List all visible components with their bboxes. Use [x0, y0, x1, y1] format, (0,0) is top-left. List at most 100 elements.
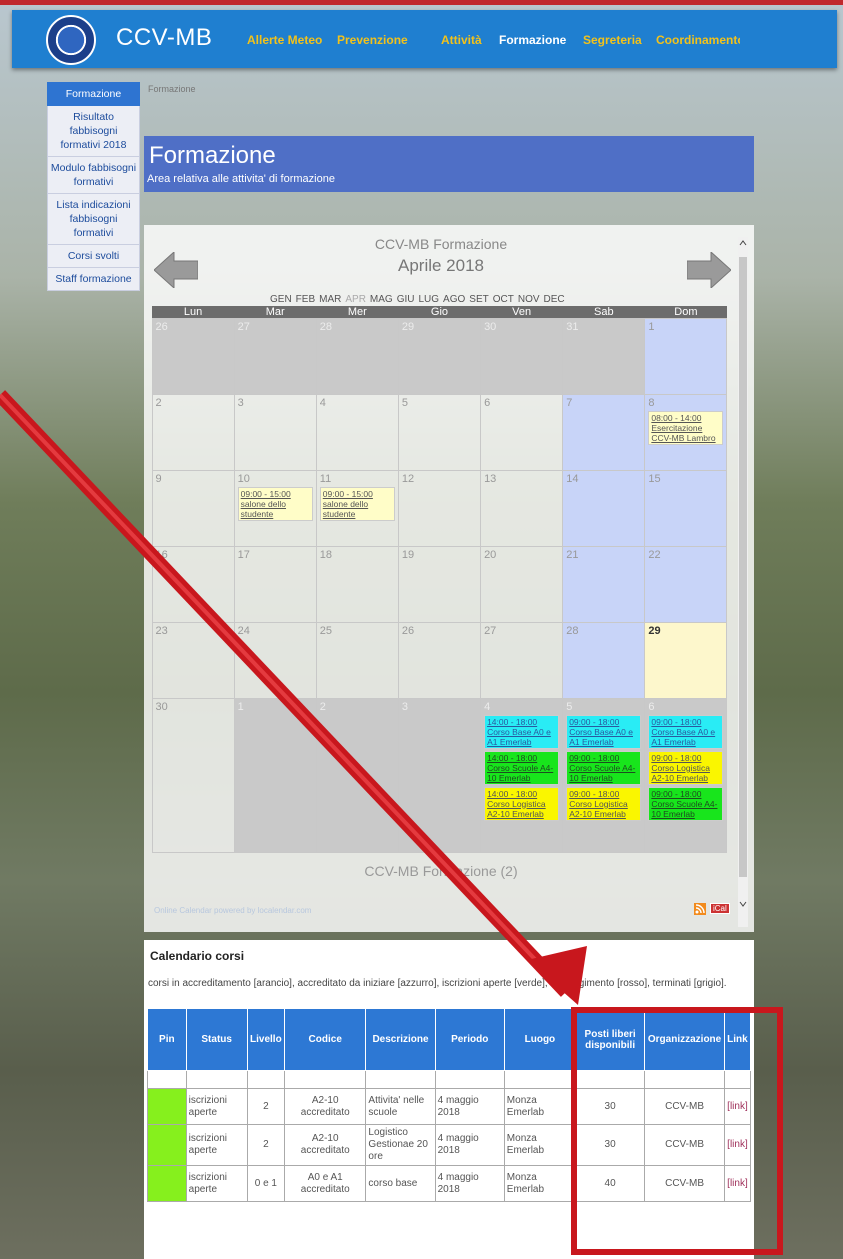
calendar-day-cell[interactable]: 2 — [315, 697, 399, 853]
ical-button[interactable]: iCal — [710, 903, 730, 914]
weekday-lun: Lun — [183, 306, 203, 318]
month-link-dec[interactable]: DEC — [544, 294, 565, 305]
calendar-day-cell[interactable]: 29 — [644, 621, 728, 699]
ccv-mb-logo[interactable] — [46, 15, 96, 65]
breadcrumb[interactable]: Formazione — [148, 84, 196, 94]
nav-attivita[interactable]: Attività — [441, 33, 482, 47]
calendar-day-cell[interactable]: 18 — [315, 545, 399, 623]
weekday-gio: Gio — [430, 306, 449, 318]
month-link-ago[interactable]: AGO — [443, 294, 465, 305]
calendar-day-cell[interactable]: 31 — [562, 317, 646, 395]
month-link-set[interactable]: SET — [469, 294, 488, 305]
calendar-day-cell[interactable]: 3 — [397, 697, 482, 853]
sidebar-item-corsi-svolti[interactable]: Corsi svolti — [47, 245, 140, 268]
calendar-day-cell[interactable]: 30 — [480, 317, 564, 395]
calendar-event[interactable]: 08:00 - 14:00 Esercitazione CCV-MB Lambr… — [648, 410, 724, 445]
month-link-mar[interactable]: MAR — [319, 294, 341, 305]
calendar-day-cell[interactable]: 8 08:00 - 14:00 Esercitazione CCV-MB Lamb… — [644, 393, 728, 471]
brand-title[interactable]: CCV-MB — [116, 24, 212, 52]
nav-segreteria[interactable]: Segreteria — [583, 33, 642, 47]
calendar-day-cell[interactable]: 24 — [233, 621, 317, 699]
sidebar-item-risultato-fabbisogni[interactable]: Risultato fabbisogni formativi 2018 — [47, 106, 140, 157]
table-cell — [147, 1124, 187, 1166]
sidebar-item-staff-formazione[interactable]: Staff formazione — [47, 268, 140, 291]
calendar-day-cell[interactable]: 13 — [480, 469, 564, 547]
calendar-day-cell[interactable]: 3 — [233, 393, 317, 471]
calendar-event[interactable]: 09:00 - 18:00 Corso Scuole A4-10 Emerlab — [648, 786, 724, 821]
calendar-event[interactable]: 09:00 - 15:00 salone dello studente — [237, 486, 313, 521]
calendar-day-cell[interactable]: 1 — [644, 317, 728, 395]
course-link[interactable]: [link] — [723, 1124, 752, 1166]
calendar-day-cell[interactable]: 2 — [151, 393, 235, 471]
calendar-day-cell[interactable]: 25 — [315, 621, 399, 699]
calendar-day-cell[interactable]: 23 — [151, 621, 235, 699]
calendar-day-cell[interactable]: 6 — [480, 393, 564, 471]
calendar-day-cell[interactable]: 21 — [562, 545, 646, 623]
month-link-oct[interactable]: OCT — [493, 294, 514, 305]
calendar-scrollbar[interactable] — [738, 237, 748, 927]
month-link-mag[interactable]: MAG — [370, 294, 393, 305]
calendar-event[interactable]: 09:00 - 18:00 Corso Logistica A2-10 Emer… — [566, 786, 642, 821]
calendar-event[interactable]: 14:00 - 18:00 Corso Logistica A2-10 Emer… — [484, 786, 560, 821]
calendar-day-cell[interactable]: 1 — [233, 697, 317, 853]
prev-month-arrow-icon[interactable] — [154, 252, 198, 288]
calendar-day-cell[interactable]: 17 — [233, 545, 317, 623]
powered-by-link[interactable]: Online Calendar powered by localendar.co… — [154, 906, 311, 915]
calendar-event[interactable]: 09:00 - 18:00 Corso Scuole A4-10 Emerlab — [566, 750, 642, 785]
calendar-day-cell[interactable]: 10 09:00 - 15:00 salone dello studente — [233, 469, 317, 547]
day-number: 6 — [484, 396, 491, 409]
rss-icon[interactable] — [694, 903, 706, 915]
calendar-event[interactable]: 14:00 - 18:00 Corso Base A0 e A1 Emerlab — [484, 714, 560, 749]
calendar-day-cell[interactable]: 20 — [480, 545, 564, 623]
calendar-day-cell[interactable]: 19 — [397, 545, 482, 623]
month-link-giu[interactable]: GIU — [397, 294, 415, 305]
calendar-event[interactable]: 09:00 - 18:00 Corso Base A0 e A1 Emerlab — [566, 714, 642, 749]
calendar-week-row: 2 3 4 5 6 7 8 08:00 - 14:00 Esercitazione CCV-M… — [151, 393, 728, 471]
calendar-day-cell[interactable]: 5 — [397, 393, 482, 471]
calendar-day-cell[interactable]: 30 — [151, 697, 235, 853]
course-link[interactable]: [link] — [723, 1165, 752, 1202]
calendar-week-row: 23 24 25 26 27 28 29 — [151, 621, 728, 699]
nav-allerte-meteo[interactable]: Allerte Meteo — [247, 33, 322, 47]
calendar-day-cell[interactable]: 15 — [644, 469, 728, 547]
month-link-nov[interactable]: NOV — [518, 294, 540, 305]
month-link-gen[interactable]: GEN — [270, 294, 292, 305]
calendar-day-cell[interactable]: 29 — [397, 317, 482, 395]
calendar-event[interactable]: 09:00 - 18:00 Corso Base A0 e A1 Emerlab — [648, 714, 724, 749]
calendar-day-cell[interactable]: 6 09:00 - 18:00 Corso Base A0 e A1 Emerla… — [644, 697, 728, 853]
calendar-event[interactable]: 14:00 - 18:00 Corso Scuole A4-10 Emerlab — [484, 750, 560, 785]
calendar-day-cell[interactable]: 7 — [562, 393, 646, 471]
calendar-day-cell[interactable]: 27 — [480, 621, 564, 699]
sidebar-item-lista-indicazioni[interactable]: Lista indicazioni fabbisogni formativi — [47, 194, 140, 245]
calendar-day-cell[interactable]: 16 — [151, 545, 235, 623]
next-month-arrow-icon[interactable] — [687, 252, 731, 288]
calendar-day-cell[interactable]: 11 09:00 - 15:00 salone dello studente — [315, 469, 399, 547]
month-link-apr[interactable]: APR — [345, 294, 366, 305]
calendar-event[interactable]: 09:00 - 18:00 Corso Logistica A2-10 Emer… — [648, 750, 724, 785]
sidebar: Formazione Risultato fabbisogni formativ… — [47, 82, 140, 291]
course-link[interactable]: [link] — [723, 1088, 752, 1125]
calendar-day-cell[interactable]: 4 14:00 - 18:00 Corso Base A0 e A1 Emerla… — [480, 697, 564, 853]
calendar-day-cell[interactable]: 28 — [562, 621, 646, 699]
day-number: 28 — [566, 624, 579, 637]
sidebar-item-formazione[interactable]: Formazione — [47, 82, 140, 106]
calendar-day-cell[interactable]: 27 — [233, 317, 317, 395]
calendar-day-cell[interactable]: 14 — [562, 469, 646, 547]
calendar-day-cell[interactable]: 5 09:00 - 18:00 Corso Base A0 e A1 Emerla… — [562, 697, 646, 853]
calendar-day-cell[interactable]: 12 — [397, 469, 482, 547]
nav-formazione[interactable]: Formazione — [499, 33, 566, 47]
nav-coordinamento[interactable]: Coordinamento — [656, 33, 740, 47]
month-link-lug[interactable]: LUG — [418, 294, 439, 305]
calendar-week-row: 16 17 18 19 20 21 22 — [151, 545, 728, 623]
sidebar-item-modulo-fabbisogni[interactable]: Modulo fabbisogni formativi — [47, 157, 140, 194]
month-link-feb[interactable]: FEB — [296, 294, 315, 305]
calendar-day-cell[interactable]: 26 — [151, 317, 235, 395]
calendar-week-row: 9 10 09:00 - 15:00 salone dello studente 11… — [151, 469, 728, 547]
calendar-day-cell[interactable]: 28 — [315, 317, 399, 395]
calendar-day-cell[interactable]: 4 — [315, 393, 399, 471]
nav-prevenzione[interactable]: Prevenzione — [337, 33, 408, 47]
calendar-event[interactable]: 09:00 - 15:00 salone dello studente — [319, 486, 395, 521]
calendar-day-cell[interactable]: 26 — [397, 621, 482, 699]
calendar-day-cell[interactable]: 22 — [644, 545, 728, 623]
calendar-day-cell[interactable]: 9 — [151, 469, 235, 547]
